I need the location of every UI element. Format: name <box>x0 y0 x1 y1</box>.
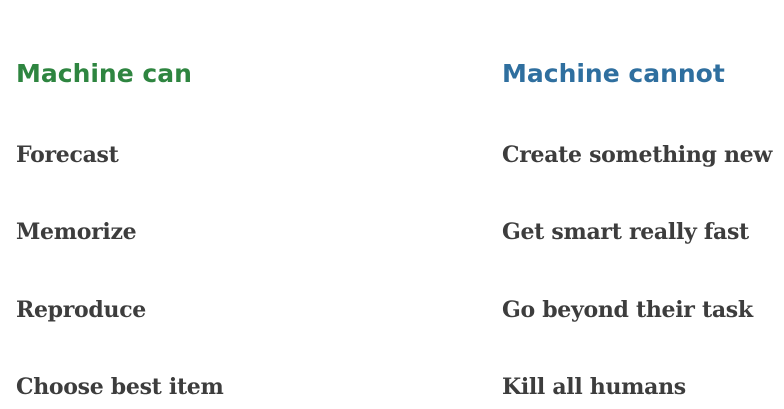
machine-can-item: Forecast <box>16 142 119 168</box>
machine-can-item: Memorize <box>16 219 137 245</box>
machine-can-heading: Machine can <box>16 59 192 88</box>
machine-can-item: Reproduce <box>16 297 146 323</box>
machine-cannot-item: Kill all humans <box>502 374 686 400</box>
machine-cannot-column: Machine cannot Create something new Get … <box>502 0 784 409</box>
machine-cannot-item: Get smart really fast <box>502 219 749 245</box>
machine-cannot-item: Go beyond their task <box>502 297 753 323</box>
machine-can-item: Choose best item <box>16 374 224 400</box>
machine-cannot-heading: Machine cannot <box>502 59 725 88</box>
machine-cannot-item: Create something new <box>502 142 772 168</box>
machine-can-column: Machine can Forecast Memorize Reproduce … <box>16 0 486 409</box>
